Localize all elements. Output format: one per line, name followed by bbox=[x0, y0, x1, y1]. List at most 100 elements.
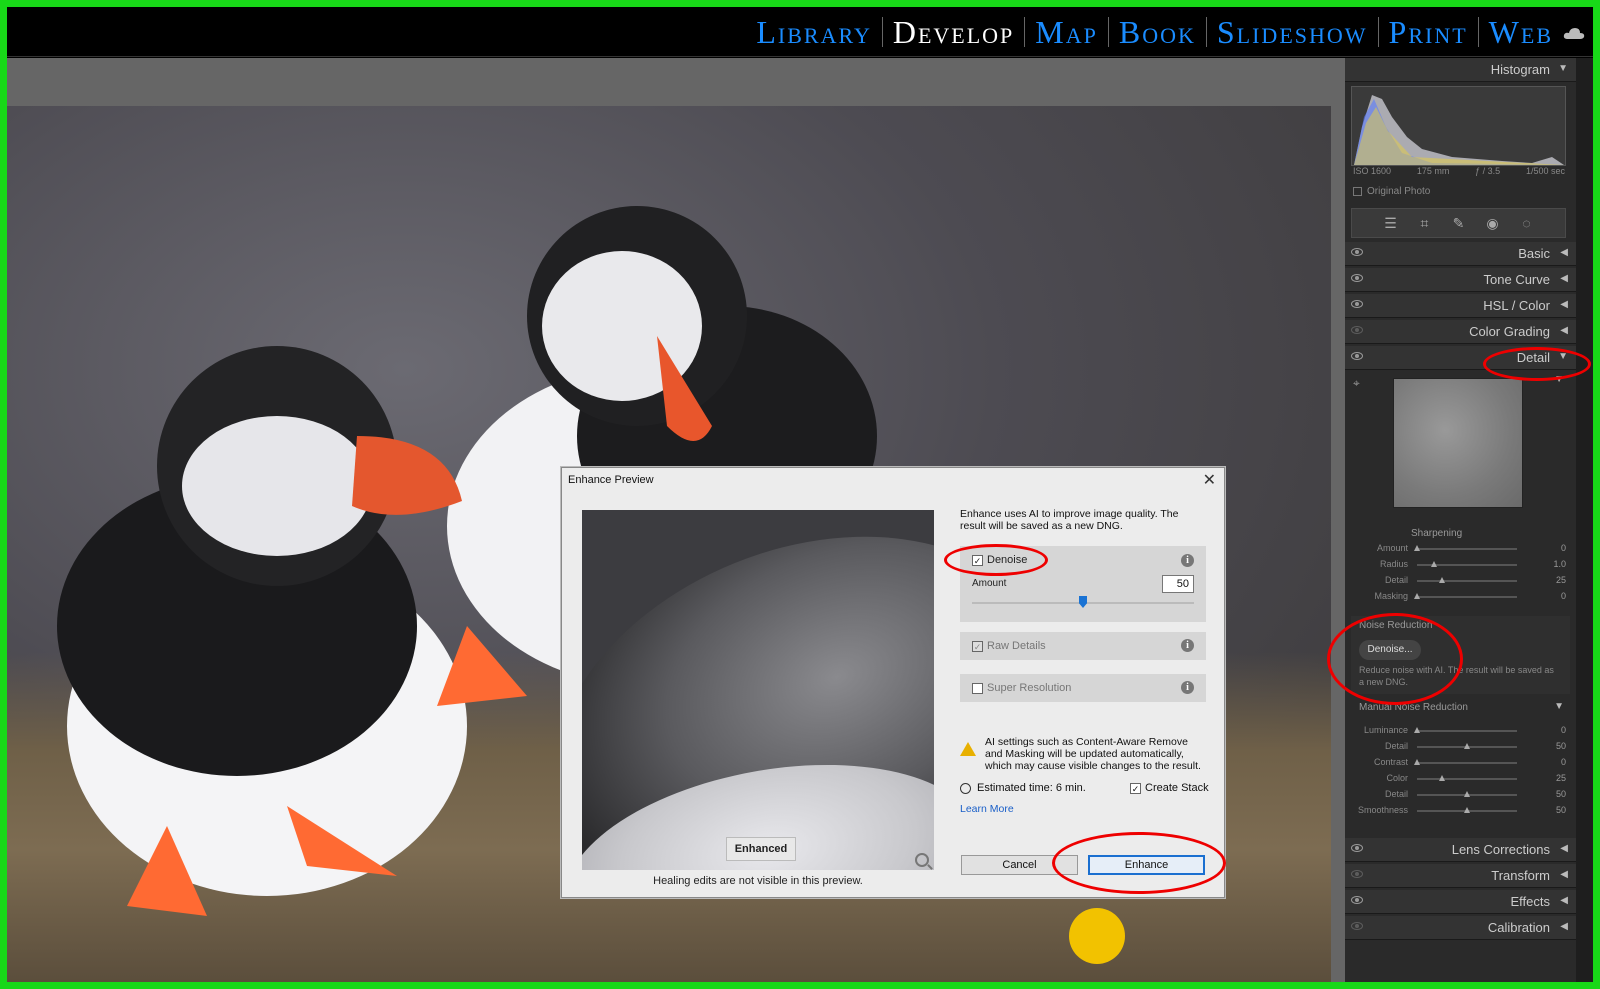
amount-input[interactable]: 50 bbox=[1162, 575, 1194, 593]
module-book[interactable]: Book bbox=[1109, 15, 1206, 49]
enhance-preview-dialog: Enhance Preview ✕ Enhanced Healing edits… bbox=[561, 467, 1225, 898]
create-stack-toggle[interactable]: ✓ Create Stack bbox=[1130, 782, 1209, 794]
histogram-graph[interactable] bbox=[1351, 86, 1566, 166]
eye-icon[interactable] bbox=[1351, 844, 1363, 852]
slider-thumb[interactable] bbox=[1464, 743, 1470, 749]
amount-slider-thumb[interactable] bbox=[1079, 596, 1087, 608]
manual-nr-slider-row[interactable]: Detail 50 bbox=[1345, 740, 1576, 754]
cloud-icon[interactable] bbox=[1563, 27, 1585, 39]
eye-icon[interactable] bbox=[1351, 896, 1363, 904]
panel-effects[interactable]: Effects ◀ bbox=[1345, 890, 1576, 914]
slider-thumb[interactable] bbox=[1414, 545, 1420, 551]
slider-thumb[interactable] bbox=[1414, 593, 1420, 599]
target-adjust-icon[interactable]: ⌖ bbox=[1353, 376, 1360, 391]
manual-nr-collapse-icon[interactable]: ▼ bbox=[1554, 701, 1564, 712]
enhance-preview-image[interactable]: Enhanced bbox=[582, 510, 934, 870]
noise-reduction-description: Reduce noise with AI. The result will be… bbox=[1359, 665, 1554, 687]
panel-label: Color Grading bbox=[1469, 324, 1550, 339]
slider-track[interactable] bbox=[1417, 596, 1517, 598]
expand-arrow-icon: ◀ bbox=[1560, 299, 1568, 310]
healing-icon[interactable]: ✎ bbox=[1451, 215, 1467, 231]
eye-icon[interactable] bbox=[1351, 870, 1363, 878]
panel-hsl-color[interactable]: HSL / Color ◀ bbox=[1345, 294, 1576, 318]
module-slideshow[interactable]: Slideshow bbox=[1207, 15, 1378, 49]
preview-toggle-arrow-icon[interactable]: ▼ bbox=[1554, 374, 1564, 385]
module-print[interactable]: Print bbox=[1379, 15, 1478, 49]
histogram-header[interactable]: Histogram ▼ bbox=[1345, 58, 1576, 82]
learn-more-link[interactable]: Learn More bbox=[960, 803, 1014, 815]
eye-icon[interactable] bbox=[1351, 274, 1363, 282]
slider-label: Detail bbox=[1384, 575, 1408, 585]
slider-thumb[interactable] bbox=[1464, 807, 1470, 813]
denoise-row[interactable]: ✓ Denoise bbox=[972, 554, 1027, 566]
slider-track[interactable] bbox=[1417, 580, 1517, 582]
slider-track[interactable] bbox=[1417, 762, 1517, 764]
slider-track[interactable] bbox=[1417, 548, 1517, 550]
slider-track[interactable] bbox=[1417, 730, 1517, 732]
slider-thumb[interactable] bbox=[1414, 759, 1420, 765]
panel-lens-corrections[interactable]: Lens Corrections ◀ bbox=[1345, 838, 1576, 862]
zoom-icon[interactable] bbox=[915, 853, 929, 867]
right-panel-scrollbar[interactable] bbox=[1576, 58, 1593, 982]
eye-icon[interactable] bbox=[1351, 248, 1363, 256]
enhance-button[interactable]: Enhance bbox=[1088, 855, 1205, 875]
denoise-button[interactable]: Denoise... bbox=[1359, 640, 1421, 660]
manual-nr-slider-row[interactable]: Detail 50 bbox=[1345, 788, 1576, 802]
sharpening-slider-row[interactable]: Detail 25 bbox=[1345, 574, 1576, 588]
module-library[interactable]: Library bbox=[746, 15, 881, 49]
slider-thumb[interactable] bbox=[1439, 577, 1445, 583]
denoise-checkbox[interactable]: ✓ bbox=[972, 554, 983, 566]
original-photo-toggle[interactable]: Original Photo bbox=[1353, 186, 1430, 197]
sharpening-slider-row[interactable]: Masking 0 bbox=[1345, 590, 1576, 604]
manual-nr-slider-row[interactable]: Color 25 bbox=[1345, 772, 1576, 786]
manual-nr-slider-row[interactable]: Luminance 0 bbox=[1345, 724, 1576, 738]
cancel-button[interactable]: Cancel bbox=[961, 855, 1078, 875]
close-icon[interactable]: ✕ bbox=[1203, 470, 1216, 490]
raw-details-checkbox[interactable]: ✓ bbox=[972, 640, 983, 652]
info-icon[interactable]: i bbox=[1181, 639, 1194, 652]
module-map[interactable]: Map bbox=[1025, 15, 1108, 49]
manual-nr-slider-row[interactable]: Smoothness 50 bbox=[1345, 804, 1576, 818]
original-photo-checkbox[interactable] bbox=[1353, 187, 1362, 196]
detail-zoom-preview[interactable] bbox=[1393, 378, 1523, 508]
edit-sliders-icon[interactable]: ☰ bbox=[1383, 215, 1399, 231]
panel-transform[interactable]: Transform ◀ bbox=[1345, 864, 1576, 888]
eye-icon[interactable] bbox=[1351, 922, 1363, 930]
panel-label: HSL / Color bbox=[1483, 298, 1550, 313]
panel-basic[interactable]: Basic ◀ bbox=[1345, 242, 1576, 266]
raw-details-row[interactable]: ✓ Raw Details bbox=[972, 640, 1046, 652]
red-eye-icon[interactable]: ◉ bbox=[1485, 215, 1501, 231]
slider-thumb[interactable] bbox=[1439, 775, 1445, 781]
panel-calibration[interactable]: Calibration ◀ bbox=[1345, 916, 1576, 940]
module-develop[interactable]: Develop bbox=[883, 15, 1024, 49]
slider-thumb[interactable] bbox=[1431, 561, 1437, 567]
create-stack-checkbox[interactable]: ✓ bbox=[1130, 782, 1141, 794]
panel-color-grading[interactable]: Color Grading ◀ bbox=[1345, 320, 1576, 344]
panel-detail[interactable]: Detail ▼ bbox=[1345, 346, 1576, 370]
sharpening-slider-row[interactable]: Radius 1.0 bbox=[1345, 558, 1576, 572]
exif-shutter: 1/500 sec bbox=[1525, 166, 1565, 176]
exif-iso: ISO 1600 bbox=[1353, 166, 1392, 176]
raw-details-label: Raw Details bbox=[987, 640, 1046, 652]
enhanced-toggle-label[interactable]: Enhanced bbox=[726, 837, 796, 861]
panel-tone-curve[interactable]: Tone Curve ◀ bbox=[1345, 268, 1576, 292]
module-picker: Library Develop Map Book Slideshow Print… bbox=[746, 15, 1563, 49]
exif-info: ISO 1600 175 mm ƒ / 3.5 1/500 sec bbox=[1353, 166, 1565, 176]
eye-icon[interactable] bbox=[1351, 300, 1363, 308]
slider-label: Luminance bbox=[1363, 725, 1408, 735]
eye-icon[interactable] bbox=[1351, 352, 1363, 360]
eye-icon[interactable] bbox=[1351, 326, 1363, 334]
slider-value: 25 bbox=[1555, 575, 1566, 585]
module-web[interactable]: Web bbox=[1479, 15, 1563, 49]
masking-icon[interactable]: ◌ bbox=[1519, 215, 1535, 231]
info-icon[interactable]: i bbox=[1181, 554, 1194, 567]
slider-thumb[interactable] bbox=[1414, 727, 1420, 733]
super-resolution-row[interactable]: Super Resolution bbox=[972, 682, 1071, 694]
sharpening-slider-row[interactable]: Amount 0 bbox=[1345, 542, 1576, 556]
super-resolution-checkbox[interactable] bbox=[972, 682, 983, 694]
slider-track[interactable] bbox=[1417, 778, 1517, 780]
manual-nr-slider-row[interactable]: Contrast 0 bbox=[1345, 756, 1576, 770]
crop-icon[interactable]: ⌗ bbox=[1417, 215, 1433, 231]
slider-thumb[interactable] bbox=[1464, 791, 1470, 797]
info-icon[interactable]: i bbox=[1181, 681, 1194, 694]
